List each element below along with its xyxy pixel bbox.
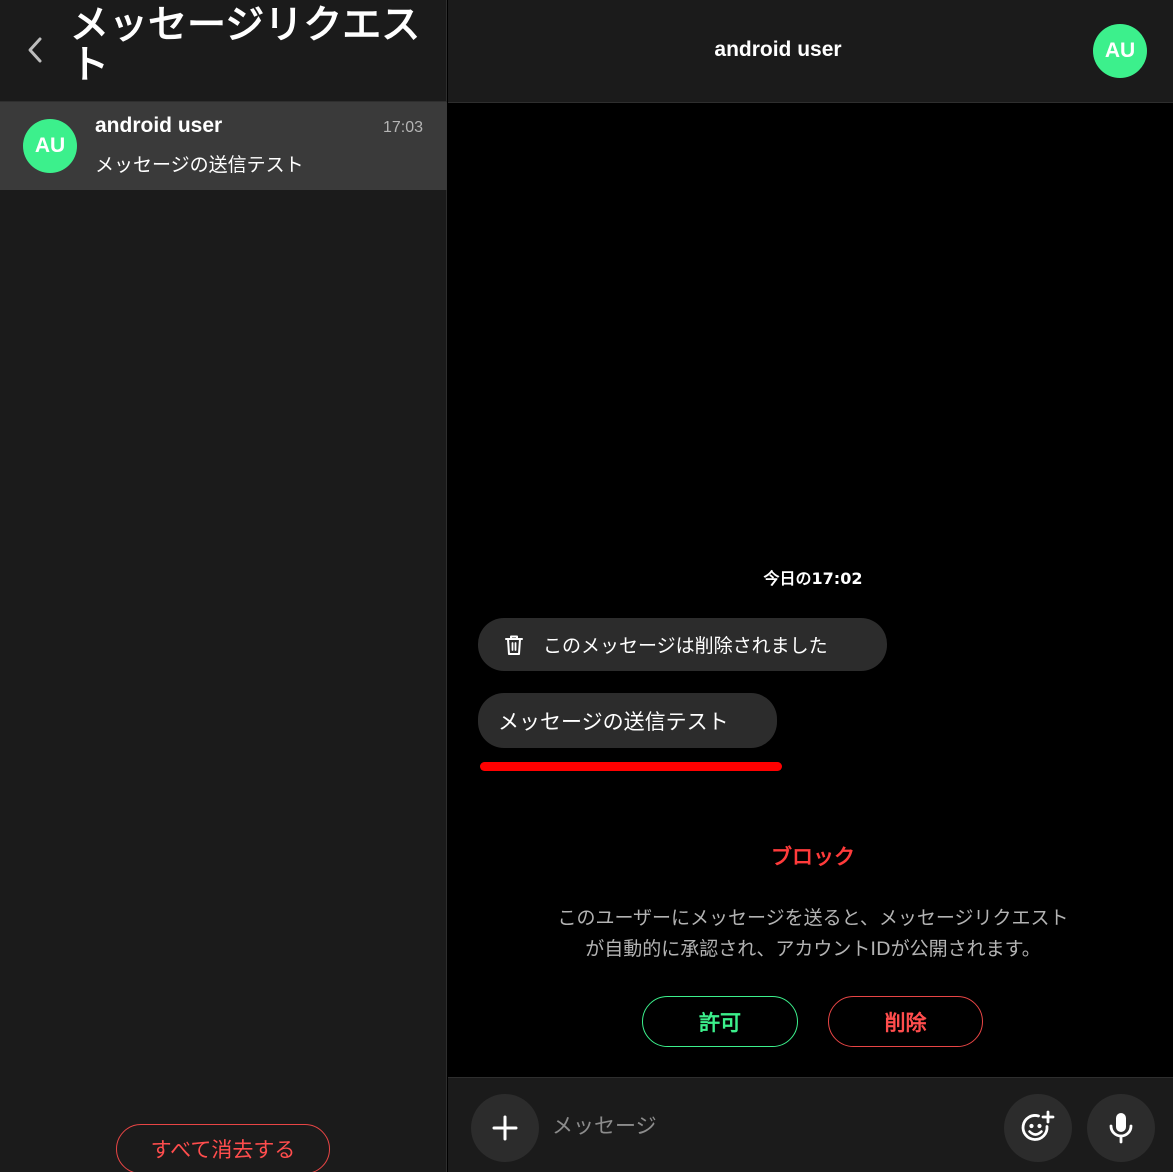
chevron-left-icon — [28, 37, 42, 63]
clear-all-button[interactable]: すべて消去する — [116, 1124, 330, 1172]
chat-pane: android user AU 今日の17:02 このメッセージは削除されました… — [448, 0, 1173, 1172]
chat-header: android user AU — [448, 0, 1173, 103]
delete-button[interactable]: 削除 — [828, 996, 983, 1047]
add-attachment-button[interactable] — [471, 1094, 539, 1162]
voice-input-button[interactable] — [1087, 1094, 1155, 1162]
notice-line: このユーザーにメッセージを送ると、メッセージリクエスト — [557, 907, 1069, 929]
message-bubble[interactable]: メッセージの送信テスト — [478, 693, 777, 748]
microphone-icon — [1109, 1113, 1133, 1144]
message-composer — [448, 1077, 1173, 1172]
highlight-underline — [480, 762, 782, 771]
notice-line: が自動的に承認され、アカウントIDが公開されます。 — [585, 938, 1041, 960]
conversation-preview: メッセージの送信テスト — [95, 154, 304, 176]
conversation-item[interactable]: AU android user 17:03 メッセージの送信テスト — [0, 102, 447, 190]
deleted-message-text: このメッセージは削除されました — [543, 635, 828, 657]
emoji-button[interactable] — [1004, 1094, 1072, 1162]
conversation-time: 17:03 — [382, 119, 423, 136]
page-title: メッセージリクエスト — [70, 3, 421, 88]
deleted-message-bubble[interactable]: このメッセージは削除されました — [478, 618, 887, 671]
message-request-list-pane: メッセージリクエスト AU android user 17:03 メッセージの送… — [0, 0, 447, 1172]
message-text: メッセージの送信テスト — [498, 709, 729, 734]
conversation-name: android user — [95, 114, 223, 137]
trash-icon — [504, 634, 526, 656]
request-notice: このユーザーにメッセージを送ると、メッセージリクエスト が自動的に承認され、アカ… — [488, 903, 1138, 965]
chat-title: android user — [714, 38, 842, 61]
avatar: AU — [23, 119, 77, 173]
allow-button[interactable]: 許可 — [642, 996, 798, 1047]
header-avatar[interactable]: AU — [1093, 24, 1147, 78]
list-header: メッセージリクエスト — [0, 0, 447, 102]
message-input[interactable] — [552, 1106, 982, 1146]
block-button[interactable]: ブロック — [708, 841, 918, 871]
emoji-add-icon — [1021, 1110, 1055, 1141]
back-button[interactable] — [18, 30, 52, 70]
plus-icon — [492, 1115, 518, 1141]
message-date-label: 今日の17:02 — [763, 569, 863, 588]
